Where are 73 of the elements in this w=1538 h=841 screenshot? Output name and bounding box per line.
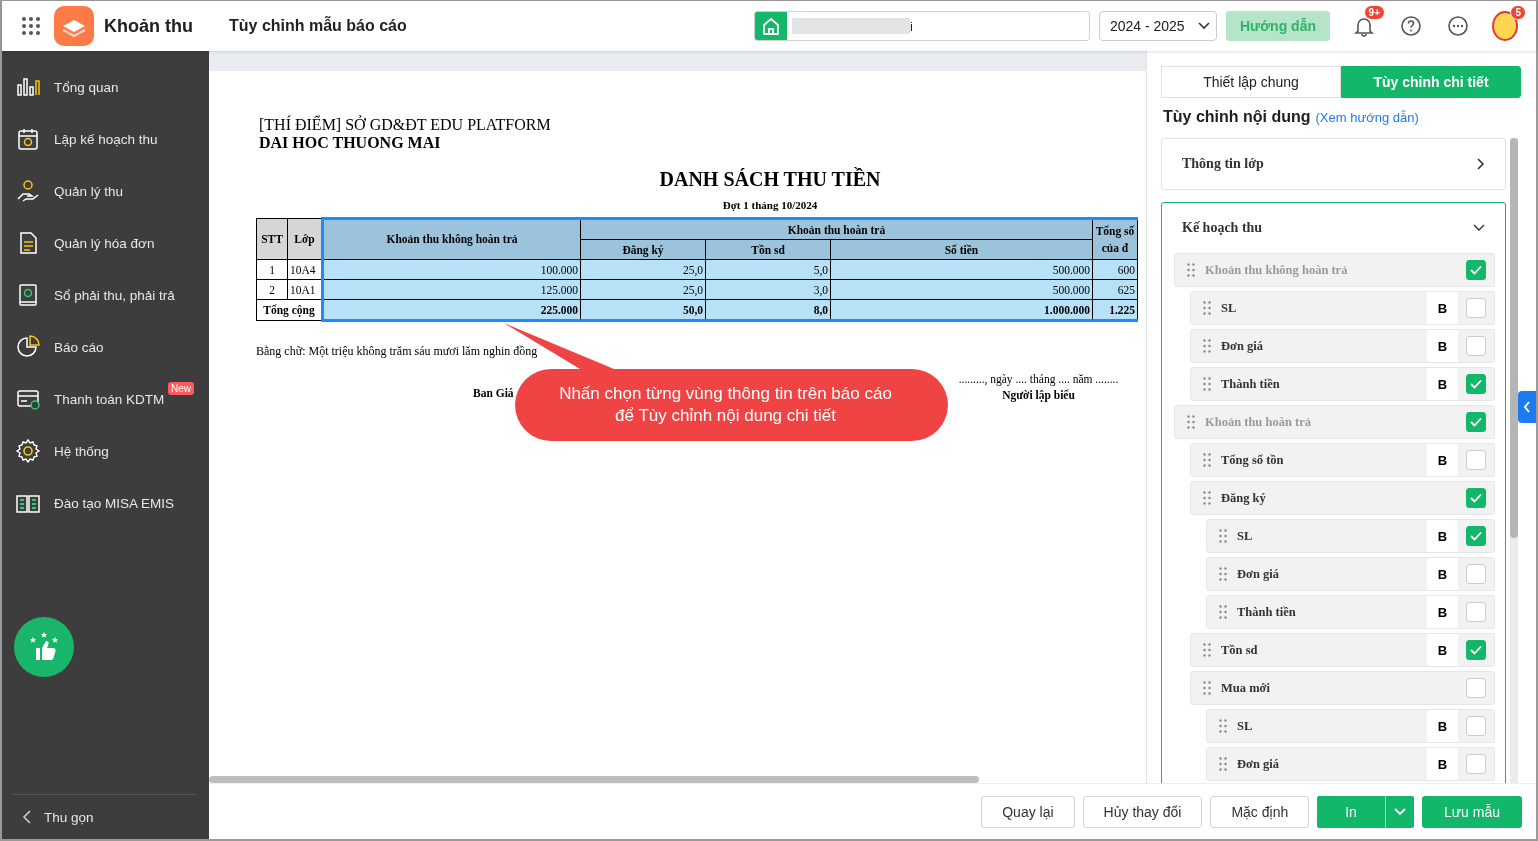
apps-grid-icon[interactable] — [22, 17, 40, 35]
sidebar-item[interactable]: Sổ phải thu, phải trả — [2, 269, 209, 321]
year-select[interactable]: 2024 - 2025 — [1098, 11, 1217, 41]
report-title: DANH SÁCH THU TIỀN — [658, 168, 882, 191]
chevron-down-icon — [1473, 224, 1485, 232]
sidebar-item[interactable]: Báo cáo — [2, 321, 209, 373]
check-icon — [1470, 531, 1482, 541]
print-menu-button[interactable] — [1384, 795, 1414, 828]
chevron-right-icon — [1477, 158, 1485, 170]
table-cell: 100.000 — [322, 259, 581, 280]
sidebar-item[interactable]: Quản lý thu — [2, 165, 209, 217]
section-header[interactable]: Kế hoạch thu — [1162, 203, 1505, 253]
app-name: Khoản thu — [104, 15, 193, 37]
tab[interactable]: Thiết lập chung — [1161, 66, 1341, 98]
new-badge: New — [168, 382, 194, 395]
sidebar-item[interactable]: Tổng quan — [2, 61, 209, 113]
check-icon — [1470, 493, 1482, 503]
bar-chart-icon — [15, 75, 41, 99]
avatar-badge: 5 — [1510, 5, 1526, 20]
report-school: DAI HOC THUONG MAI — [259, 134, 442, 152]
signature-label: Người lập biểu — [1002, 389, 1075, 401]
footer-button[interactable]: Hủy thay đổi — [1082, 795, 1203, 828]
page-title: Tùy chỉnh mẫu báo cáo — [229, 17, 407, 35]
horizontal-scrollbar[interactable] — [209, 776, 979, 783]
chevron-left-icon — [22, 810, 32, 824]
check-icon — [1470, 379, 1482, 389]
avatar[interactable] — [1492, 11, 1518, 41]
panel-toggle-button[interactable] — [1518, 391, 1536, 423]
sidebar-item[interactable]: Hệ thống — [2, 425, 209, 477]
notification-badge: 9+ — [1363, 5, 1385, 20]
bell-icon[interactable] — [1353, 15, 1375, 37]
date-line: ........., ngày .... tháng .... năm ........ — [958, 373, 1119, 385]
column-header: STT — [256, 218, 288, 260]
settings-icon — [15, 439, 41, 463]
home-icon — [760, 16, 781, 36]
feedback-button[interactable] — [14, 617, 74, 677]
app-logo-icon — [54, 6, 94, 46]
section-heading: Tùy chỉnh nội dung — [1163, 108, 1311, 126]
footer-button[interactable]: Quay lại — [981, 795, 1075, 828]
amount-in-words: Bằng chữ: Một triệu không trăm sáu mươi lăm nghin đồng — [256, 344, 539, 359]
chevron-down-icon — [1197, 22, 1210, 30]
school-field[interactable]: i — [753, 11, 1090, 41]
collapse-button[interactable]: Thu gọn — [12, 794, 197, 839]
chevron-down-icon — [1393, 807, 1406, 816]
check-icon — [1470, 265, 1482, 275]
table-cell: 125.000 — [322, 279, 581, 300]
sidebar-item[interactable]: Lập kế hoạch thu — [2, 113, 209, 165]
report-subtitle: Đợt 1 tháng 10/2024 — [721, 199, 819, 211]
more-icon[interactable] — [1447, 15, 1469, 37]
check-icon — [1470, 645, 1482, 655]
report-organization: [THÍ ĐIỂM] SỞ GD&ĐT EDU PLATFORM — [259, 116, 552, 134]
guide-link[interactable]: (Xem hướng dẫn) — [1315, 110, 1419, 125]
column-header: Khoản thu không hoàn trả — [322, 218, 581, 260]
table-cell: 1.000.000 — [830, 299, 1093, 321]
column-header: Khoản thu hoàn trả — [580, 218, 1093, 240]
pie-chart-icon — [15, 335, 41, 359]
sidebar-item[interactable]: Thanh toán KDTM New — [2, 373, 209, 425]
hand-coin-icon — [15, 179, 41, 203]
table-cell: 2 — [256, 279, 288, 300]
column-header: Tổng số của đ — [1092, 218, 1138, 260]
signature-label: Ban Giá — [473, 387, 514, 399]
vertical-scrollbar[interactable] — [1510, 138, 1518, 783]
calendar-icon — [15, 127, 41, 151]
section-header[interactable]: Thông tin lớp — [1162, 139, 1505, 189]
card-check-icon — [15, 387, 41, 411]
help-icon[interactable] — [1400, 15, 1422, 37]
table-cell: 1 — [256, 259, 288, 280]
table-cell: 225.000 — [322, 299, 581, 321]
footer-button[interactable]: Mặc định — [1210, 795, 1310, 828]
sidebar-item[interactable]: Đào tạo MISA EMIS — [2, 477, 209, 529]
chevron-left-icon — [1523, 401, 1531, 413]
check-icon — [1470, 417, 1482, 427]
sidebar-item[interactable]: Quản lý hóa đơn — [2, 217, 209, 269]
